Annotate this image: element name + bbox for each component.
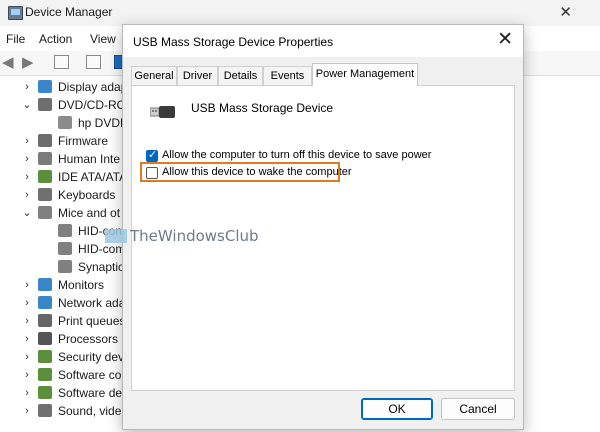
ide-controller-icon bbox=[38, 170, 52, 183]
tree-item-label[interactable]: Human Inte bbox=[58, 152, 120, 166]
tree-item[interactable]: › Monitors bbox=[0, 276, 130, 294]
tree-item-label[interactable]: Mice and ot bbox=[58, 206, 120, 220]
chevron-right-icon[interactable]: › bbox=[22, 405, 32, 417]
tree-item[interactable]: › Software dev bbox=[0, 384, 130, 402]
disc-drive-icon bbox=[58, 116, 72, 129]
chevron-right-icon[interactable]: › bbox=[22, 153, 32, 165]
tree-item-label[interactable]: HID-com bbox=[78, 242, 125, 256]
menu-action[interactable]: Action bbox=[39, 32, 72, 46]
dialog-titlebar: USB Mass Storage Device Properties ✕ bbox=[123, 25, 523, 57]
mouse-icon bbox=[58, 260, 72, 273]
tree-item[interactable]: › Human Inte bbox=[0, 150, 130, 168]
tree-item-label[interactable]: Firmware bbox=[58, 134, 108, 148]
device-name: USB Mass Storage Device bbox=[191, 101, 334, 115]
chevron-right-icon[interactable]: › bbox=[22, 333, 32, 345]
watermark-logo-icon bbox=[105, 229, 127, 243]
chevron-right-icon[interactable]: › bbox=[22, 387, 32, 399]
software-component-icon bbox=[38, 368, 52, 381]
chevron-right-icon[interactable]: › bbox=[22, 315, 32, 327]
tree-item-label[interactable]: Software dev bbox=[58, 386, 128, 400]
device-manager-app-icon bbox=[8, 6, 23, 20]
tree-item-label[interactable]: Security dev bbox=[58, 350, 124, 364]
tree-item[interactable]: ⌄ Mice and ot bbox=[0, 204, 130, 222]
tree-item-label[interactable]: Network ada bbox=[58, 296, 125, 310]
firmware-icon bbox=[38, 134, 52, 147]
forward-arrow-icon[interactable]: ▶ bbox=[22, 55, 38, 70]
tree-item-label[interactable]: Print queues bbox=[58, 314, 125, 328]
tree-item[interactable]: › Firmware bbox=[0, 132, 130, 150]
tree-item[interactable]: › Keyboards bbox=[0, 186, 130, 204]
tree-item[interactable]: › Display adap bbox=[0, 78, 130, 96]
speaker-icon bbox=[38, 404, 52, 417]
chevron-right-icon[interactable]: › bbox=[22, 351, 32, 363]
highlight-box bbox=[140, 162, 340, 182]
dvd-drive-icon bbox=[38, 98, 52, 111]
tree-item-label[interactable]: Processors bbox=[58, 332, 118, 346]
chevron-right-icon[interactable]: › bbox=[22, 279, 32, 291]
mouse-icon bbox=[58, 242, 72, 255]
tree-item-label[interactable]: DVD/CD-RO bbox=[58, 98, 126, 112]
tree-item[interactable]: › Processors bbox=[0, 330, 130, 348]
security-device-icon bbox=[38, 350, 52, 363]
tree-item-label[interactable]: Display adap bbox=[58, 80, 127, 94]
chevron-right-icon[interactable]: › bbox=[22, 81, 32, 93]
tab-power-management[interactable]: Power Management bbox=[312, 63, 418, 86]
properties-icon[interactable] bbox=[54, 55, 69, 69]
network-adapter-icon bbox=[38, 296, 52, 309]
tab-details[interactable]: Details bbox=[218, 66, 263, 85]
tab-events[interactable]: Events bbox=[263, 66, 312, 85]
tree-item[interactable]: hp DVDR bbox=[0, 114, 130, 132]
keyboard-icon bbox=[38, 188, 52, 201]
tree-item[interactable]: ⌄ DVD/CD-RO bbox=[0, 96, 130, 114]
tree-item[interactable]: › Software co bbox=[0, 366, 130, 384]
tree-item-label[interactable]: Sound, vide bbox=[58, 404, 121, 418]
allow-turn-off-label[interactable]: Allow the computer to turn off this devi… bbox=[162, 149, 431, 161]
tab-general[interactable]: General bbox=[131, 66, 177, 85]
tree-item[interactable]: › Print queues bbox=[0, 312, 130, 330]
tree-item-label[interactable]: IDE ATA/ATA bbox=[58, 170, 127, 184]
software-device-icon bbox=[38, 386, 52, 399]
tree-item[interactable]: › Sound, vide bbox=[0, 402, 130, 420]
window-close-icon[interactable]: ✕ bbox=[559, 3, 572, 21]
device-manager-title: Device Manager bbox=[25, 5, 113, 19]
chevron-right-icon[interactable]: › bbox=[22, 189, 32, 201]
allow-turn-off-checkbox[interactable] bbox=[146, 148, 158, 162]
cancel-button[interactable]: Cancel bbox=[441, 398, 515, 420]
chevron-down-icon[interactable]: ⌄ bbox=[22, 99, 32, 111]
chevron-down-icon[interactable]: ⌄ bbox=[22, 207, 32, 219]
menu-view[interactable]: View bbox=[90, 32, 116, 46]
chevron-right-icon[interactable]: › bbox=[22, 369, 32, 381]
tree-item-label[interactable]: Synaptic bbox=[78, 260, 124, 274]
display-icon bbox=[38, 80, 52, 93]
back-arrow-icon[interactable]: ◀ bbox=[2, 55, 18, 70]
processor-icon bbox=[38, 332, 52, 345]
mouse-icon bbox=[58, 224, 72, 237]
tree-item-label[interactable]: Keyboards bbox=[58, 188, 115, 202]
hid-icon bbox=[38, 152, 52, 165]
watermark-text: TheWindowsClub bbox=[130, 227, 259, 245]
device-manager-titlebar: Device Manager ✕ bbox=[0, 0, 600, 26]
tree-item[interactable]: › Security dev bbox=[0, 348, 130, 366]
tree-item[interactable]: Synaptic bbox=[0, 258, 130, 276]
chevron-right-icon[interactable]: › bbox=[22, 135, 32, 147]
help-icon[interactable] bbox=[86, 55, 101, 69]
tree-item-label[interactable]: Software co bbox=[58, 368, 121, 382]
close-icon[interactable]: ✕ bbox=[497, 30, 513, 50]
usb-drive-icon bbox=[150, 106, 175, 118]
tree-item-label[interactable]: Monitors bbox=[58, 278, 104, 292]
dialog-title: USB Mass Storage Device Properties bbox=[133, 35, 334, 49]
tree-item[interactable]: › Network ada bbox=[0, 294, 130, 312]
tab-driver[interactable]: Driver bbox=[177, 66, 218, 85]
printer-icon bbox=[38, 314, 52, 327]
tree-item[interactable]: › IDE ATA/ATA bbox=[0, 168, 130, 186]
monitor-icon bbox=[38, 278, 52, 291]
mouse-icon bbox=[38, 206, 52, 219]
chevron-right-icon[interactable]: › bbox=[22, 297, 32, 309]
tab-strip: General Driver Details Events Power Mana… bbox=[131, 63, 515, 86]
menu-file[interactable]: File bbox=[6, 32, 25, 46]
chevron-right-icon[interactable]: › bbox=[22, 171, 32, 183]
ok-button[interactable]: OK bbox=[361, 398, 433, 420]
